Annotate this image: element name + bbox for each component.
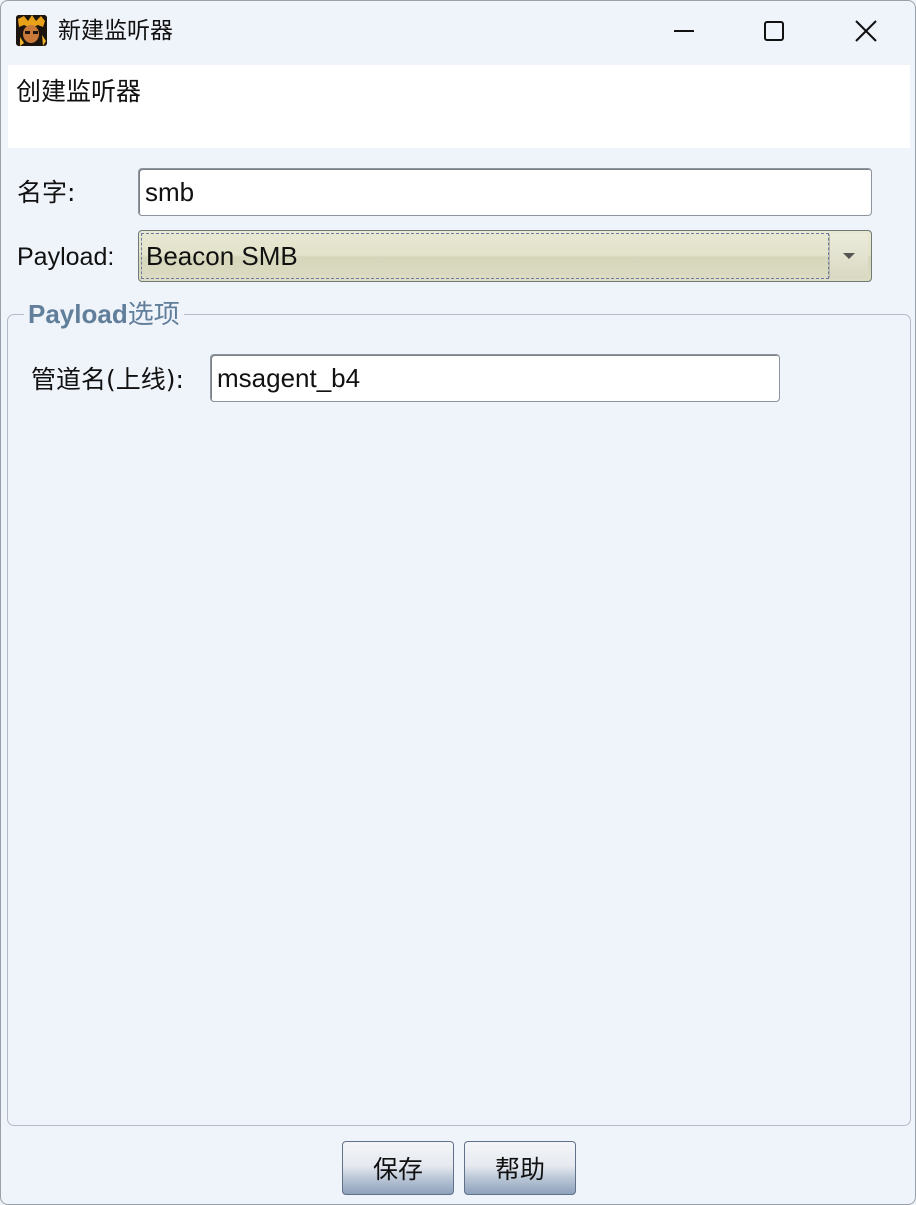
group-title-latin: Payload — [28, 299, 128, 329]
maximize-icon — [764, 21, 784, 41]
minimize-button[interactable] — [639, 1, 729, 61]
payload-label: Payload: — [17, 243, 115, 271]
app-icon — [16, 15, 47, 46]
minimize-icon — [674, 30, 694, 32]
payload-select[interactable]: Beacon SMB — [138, 230, 872, 282]
maximize-button[interactable] — [729, 1, 819, 61]
title-bar[interactable]: 新建监听器 — [1, 1, 915, 61]
help-button[interactable]: 帮助 — [464, 1141, 576, 1195]
name-label: 名字: — [17, 178, 76, 207]
group-title-cjk: 选项 — [127, 300, 180, 330]
new-listener-dialog: 新建监听器 创建监听器 名字: smb Payload: Beacon SMB — [0, 0, 916, 1205]
close-button[interactable] — [821, 1, 911, 61]
pipe-name-label: 管道名(上线): — [31, 365, 184, 394]
payload-options-title: Payload选项 — [24, 299, 184, 330]
payload-options-group: Payload选项 — [7, 299, 911, 1126]
chevron-down-icon — [843, 253, 855, 259]
pipe-name-input[interactable]: msagent_b4 — [210, 354, 780, 402]
payload-selected-value: Beacon SMB — [146, 241, 298, 271]
dropdown-arrow-button[interactable] — [829, 234, 868, 278]
save-button[interactable]: 保存 — [342, 1141, 454, 1195]
window-title: 新建监听器 — [58, 18, 173, 44]
dialog-description: 创建监听器 — [16, 77, 142, 106]
name-input[interactable]: smb — [138, 168, 872, 216]
dialog-header-panel: 创建监听器 — [8, 65, 910, 148]
close-icon — [855, 20, 877, 42]
